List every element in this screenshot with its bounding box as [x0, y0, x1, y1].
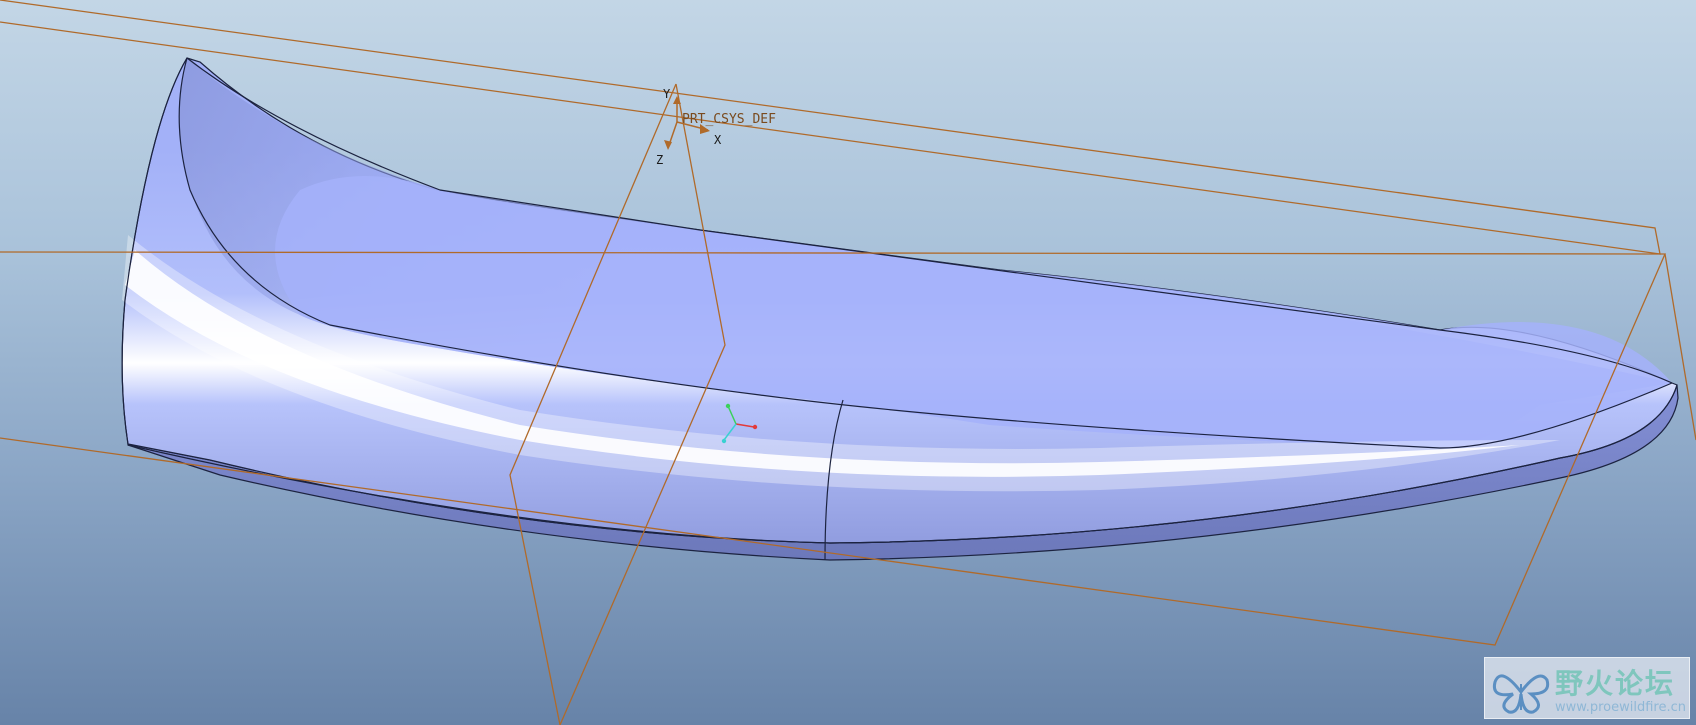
csys-y-label: Y: [663, 87, 671, 101]
graphics-viewport[interactable]: PRT_CSYS_DEF Y X Z 野火论坛 www.proewildfire…: [0, 0, 1696, 725]
csys-y-arrow: [673, 96, 681, 104]
shell-part[interactable]: [121, 57, 1679, 561]
csys-z-label: Z: [656, 153, 663, 167]
csys-name-label: PRT_CSYS_DEF: [682, 112, 776, 127]
butterfly-logo-icon: [1492, 674, 1550, 714]
csys-x-label: X: [714, 133, 722, 147]
forum-watermark: 野火论坛 www.proewildfire.cn: [1484, 657, 1690, 719]
watermark-title: 野火论坛: [1555, 667, 1676, 700]
model-scene[interactable]: PRT_CSYS_DEF Y X Z: [0, 0, 1696, 725]
watermark-url: www.proewildfire.cn: [1555, 700, 1686, 715]
